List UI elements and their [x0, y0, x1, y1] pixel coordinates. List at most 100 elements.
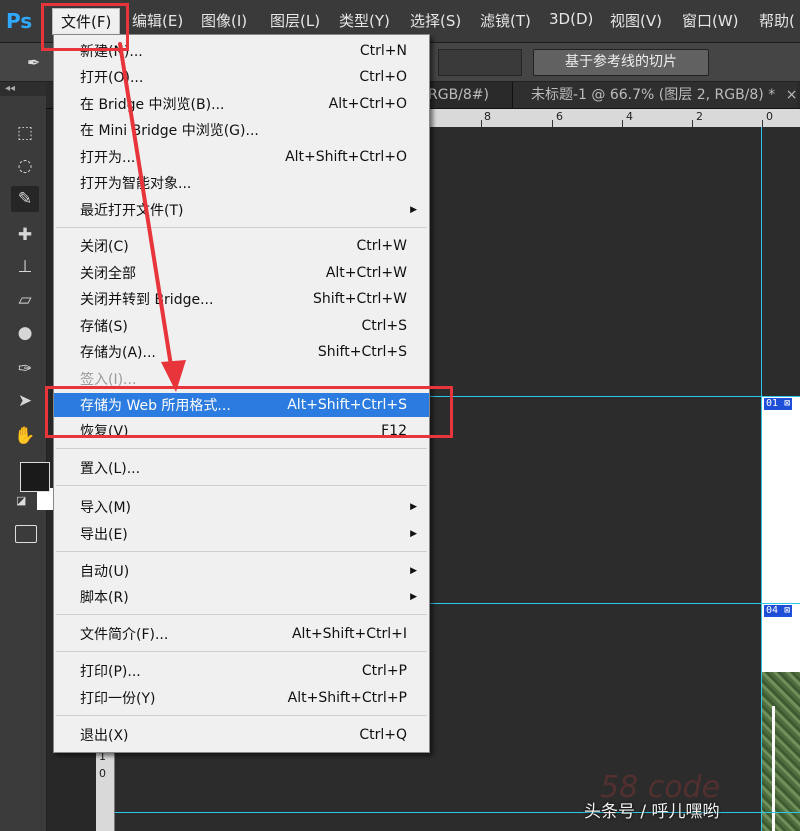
document-tab-2[interactable]: 未标题-1 @ 66.7% (图层 2, RGB/8) * ×: [512, 82, 798, 108]
clone-stamp-icon[interactable]: ⊥: [11, 254, 39, 280]
tools-panel: ◂◂ ⬚ ◌ ✎ ✚ ⊥ ▱ ● ✑ ➤ ✋ ◪: [0, 82, 53, 831]
blur-icon[interactable]: ●: [11, 320, 39, 346]
path-selection-icon[interactable]: ➤: [11, 388, 39, 414]
menu-item-close-go-bridge[interactable]: 关闭并转到 Bridge... Shift+Ctrl+W: [54, 287, 429, 311]
menu-type[interactable]: 类型(Y): [339, 10, 390, 31]
menu-item-close[interactable]: 关闭(C) Ctrl+W: [54, 234, 429, 258]
pen-icon[interactable]: ✑: [11, 356, 39, 382]
menu-item-label: 在 Bridge 中浏览(B)...: [80, 97, 225, 113]
ruler-tick: [762, 120, 763, 127]
slice-tool-preset-icon[interactable]: ✒: [27, 53, 51, 73]
menu-item-open-as[interactable]: 打开为... Alt+Shift+Ctrl+O: [54, 145, 429, 169]
slice-tool-icon[interactable]: ✎: [11, 186, 39, 212]
menu-window[interactable]: 窗口(W): [682, 10, 739, 31]
guide-line[interactable]: [761, 127, 762, 831]
healing-brush-icon[interactable]: ✚: [11, 222, 39, 248]
file-menu-highlight-box: [41, 3, 129, 51]
options-field[interactable]: [438, 49, 522, 76]
menu-item-save[interactable]: 存储(S) Ctrl+S: [54, 314, 429, 338]
close-tab-icon[interactable]: ×: [786, 87, 798, 103]
menu-separator: [56, 715, 427, 716]
menu-item-label: 导入(M): [80, 500, 132, 516]
menu-item-label: 打开为智能对象...: [80, 176, 192, 192]
menu-item-save-as[interactable]: 存储为(A)... Shift+Ctrl+S: [54, 340, 429, 364]
menu-item-shortcut: Shift+Ctrl+S: [317, 344, 407, 360]
menu-separator: [56, 448, 427, 449]
ruler-label: 0: [99, 767, 106, 780]
menu-separator: [56, 651, 427, 652]
menu-item-exit[interactable]: 退出(X) Ctrl+Q: [54, 723, 429, 747]
submenu-arrow-icon: ▶: [410, 566, 417, 576]
menu-item-automate[interactable]: 自动(U) ▶: [54, 559, 429, 583]
save-for-web-highlight-box: [45, 386, 453, 438]
menu-item-place[interactable]: 置入(L)...: [54, 456, 429, 480]
menu-view[interactable]: 视图(V): [610, 10, 662, 31]
slice-number: 04: [766, 605, 779, 616]
menu-3d[interactable]: 3D(D): [549, 10, 593, 28]
ruler-label: 6: [556, 110, 563, 123]
menu-item-shortcut: Alt+Ctrl+W: [325, 265, 407, 281]
foreground-color-swatch[interactable]: [20, 462, 50, 492]
menu-separator: [56, 614, 427, 615]
submenu-arrow-icon: ▶: [410, 592, 417, 602]
menu-image[interactable]: 图像(I): [201, 10, 247, 31]
menu-item-browse-bridge[interactable]: 在 Bridge 中浏览(B)... Alt+Ctrl+O: [54, 92, 429, 116]
menu-item-scripts[interactable]: 脚本(R) ▶: [54, 585, 429, 609]
ruler-label: 0: [766, 110, 773, 123]
submenu-arrow-icon: ▶: [410, 502, 417, 512]
menu-item-shortcut: Shift+Ctrl+W: [312, 291, 407, 307]
menu-item-open[interactable]: 打开(O)... Ctrl+O: [54, 65, 429, 89]
menu-item-shortcut: Alt+Shift+Ctrl+P: [287, 690, 407, 706]
lasso-icon[interactable]: ◌: [11, 153, 39, 179]
menu-item-import[interactable]: 导入(M) ▶: [54, 495, 429, 519]
ruler-tick: [622, 120, 623, 127]
menu-item-export[interactable]: 导出(E) ▶: [54, 522, 429, 546]
menu-item-file-info[interactable]: 文件简介(F)... Alt+Shift+Ctrl+I: [54, 622, 429, 646]
menu-item-label: 在 Mini Bridge 中浏览(G)...: [80, 123, 259, 139]
slice-number: 01: [766, 398, 779, 409]
hand-icon[interactable]: ✋: [11, 423, 39, 449]
menu-item-shortcut: Ctrl+S: [361, 318, 407, 334]
menu-item-browse-mini-bridge[interactable]: 在 Mini Bridge 中浏览(G)...: [54, 118, 429, 142]
quick-mask-icon[interactable]: [15, 525, 37, 543]
menu-filter[interactable]: 滤镜(T): [480, 10, 531, 31]
eraser-icon[interactable]: ▱: [11, 287, 39, 313]
marquee-icon[interactable]: ⬚: [11, 120, 39, 146]
menu-item-label: 关闭全部: [80, 266, 136, 282]
tools-panel-collapse-icon[interactable]: ◂◂: [0, 82, 46, 96]
menu-item-shortcut: Ctrl+N: [359, 43, 407, 59]
menu-item-open-smart-object[interactable]: 打开为智能对象...: [54, 171, 429, 195]
menu-item-label: 导出(E): [80, 527, 128, 543]
menu-item-open-recent[interactable]: 最近打开文件(T) ▶: [54, 198, 429, 222]
menu-item-label: 存储(S): [80, 319, 128, 335]
submenu-arrow-icon: ▶: [410, 529, 417, 539]
menu-edit[interactable]: 编辑(E): [132, 10, 183, 31]
slice-image-icon: ⊠: [784, 605, 791, 616]
menu-select[interactable]: 选择(S): [410, 10, 461, 31]
menu-item-label: 文件简介(F)...: [80, 627, 169, 643]
menu-item-label: 退出(X): [80, 728, 129, 744]
slice-badge[interactable]: 01 ⊠: [764, 398, 793, 410]
ruler-label: 2: [696, 110, 703, 123]
menu-item-label: 置入(L)...: [80, 461, 141, 477]
menu-item-shortcut: Ctrl+Q: [359, 727, 407, 743]
menu-item-close-all[interactable]: 关闭全部 Alt+Ctrl+W: [54, 261, 429, 285]
watermark: 头条号 / 呼儿嘿哟: [584, 802, 720, 822]
document-tab-1[interactable]: RGB/8#): [428, 82, 489, 108]
ruler-tick: [481, 120, 482, 127]
ruler-tick: [552, 120, 553, 127]
menu-item-label: 打开(O)...: [80, 70, 144, 86]
menu-separator: [56, 227, 427, 228]
menu-item-label: 存储为(A)...: [80, 345, 156, 361]
menu-layer[interactable]: 图层(L): [270, 10, 320, 31]
canvas-dark-region: [762, 127, 800, 396]
menu-help[interactable]: 帮助(: [759, 10, 795, 31]
default-colors-icon[interactable]: ◪: [16, 494, 30, 508]
photoshop-logo: Ps: [6, 9, 33, 33]
ruler-label: 8: [484, 110, 491, 123]
menu-item-label: 脚本(R): [80, 590, 129, 606]
slice-badge[interactable]: 04 ⊠: [764, 605, 793, 617]
menu-item-print[interactable]: 打印(P)... Ctrl+P: [54, 659, 429, 683]
menu-item-print-one-copy[interactable]: 打印一份(Y) Alt+Shift+Ctrl+P: [54, 686, 429, 710]
slices-from-guides-button[interactable]: 基于参考线的切片: [533, 49, 709, 76]
